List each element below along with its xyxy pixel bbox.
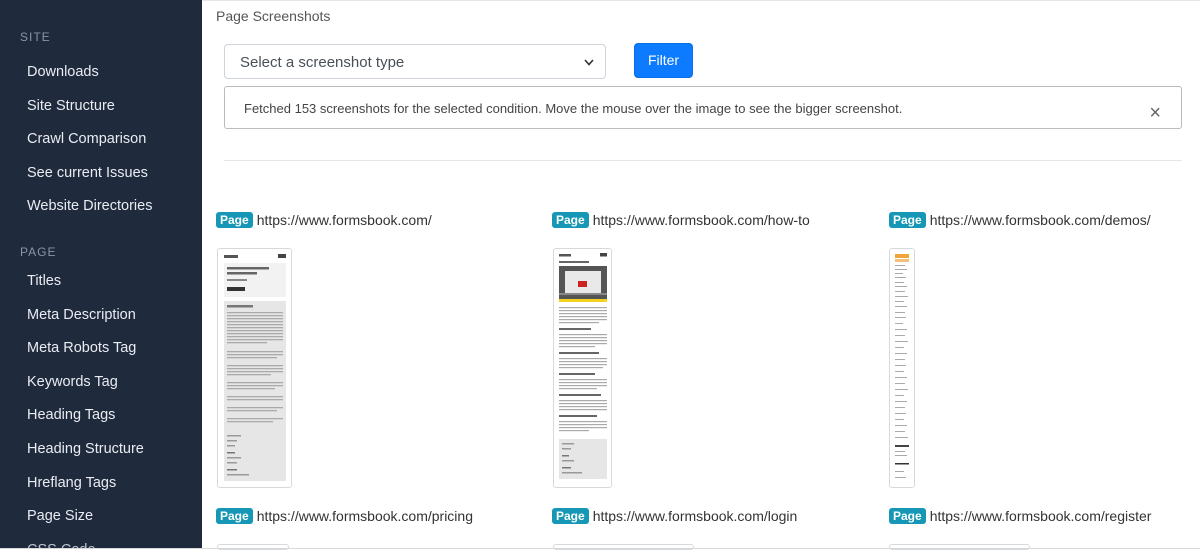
screenshot-thumbnail[interactable]: [889, 248, 915, 488]
screenshot-card-header: Page https://www.formsbook.com/: [216, 212, 432, 228]
sidebar-item-page-size[interactable]: Page Size: [0, 500, 202, 534]
close-icon[interactable]: ×: [1149, 87, 1161, 140]
sidebar-item-keywords-tag[interactable]: Keywords Tag: [0, 366, 202, 400]
page-badge: Page: [889, 508, 926, 524]
sidebar-top-spacer: [0, 0, 202, 28]
sidebar-item-heading-tags[interactable]: Heading Tags: [0, 399, 202, 433]
screenshot-type-select[interactable]: Select a screenshot type: [224, 44, 606, 79]
screenshot-card-header: Page https://www.formsbook.com/demos/: [889, 212, 1151, 228]
info-alert: Fetched 153 screenshots for the selected…: [224, 86, 1182, 129]
page-badge: Page: [552, 508, 589, 524]
sidebar-item-downloads[interactable]: Downloads: [0, 56, 202, 90]
main-content: Page Screenshots Select a screenshot typ…: [202, 0, 1200, 552]
screenshot-card-header: Page https://www.formsbook.com/register: [889, 508, 1151, 524]
screenshot-url[interactable]: https://www.formsbook.com/register: [930, 508, 1152, 524]
screenshot-card-header: Page https://www.formsbook.com/pricing: [216, 508, 473, 524]
screenshot-thumbnail[interactable]: [217, 248, 292, 488]
sidebar-item-titles[interactable]: Titles: [0, 265, 202, 299]
top-border: [202, 0, 1200, 1]
bottom-border: [0, 548, 1200, 549]
page-badge: Page: [889, 212, 926, 228]
sidebar-section-site: SITE: [20, 30, 51, 44]
screenshot-url[interactable]: https://www.formsbook.com/how-to: [593, 212, 810, 228]
page-title: Page Screenshots: [216, 8, 331, 24]
select-value: Select a screenshot type: [240, 54, 405, 71]
screenshot-card-header: Page https://www.formsbook.com/how-to: [552, 212, 810, 228]
sidebar-item-css-code[interactable]: CSS Code: [0, 534, 202, 548]
alert-text: Fetched 153 screenshots for the selected…: [244, 101, 903, 116]
sidebar: SITE Downloads Site Structure Crawl Comp…: [0, 0, 202, 548]
screenshot-url[interactable]: https://www.formsbook.com/demos/: [930, 212, 1151, 228]
page-badge: Page: [216, 212, 253, 228]
sidebar-item-meta-description[interactable]: Meta Description: [0, 299, 202, 333]
page-badge: Page: [552, 212, 589, 228]
screenshot-thumbnail[interactable]: [217, 544, 289, 550]
sidebar-item-hreflang-tags[interactable]: Hreflang Tags: [0, 467, 202, 501]
screenshot-url[interactable]: https://www.formsbook.com/pricing: [257, 508, 473, 524]
screenshot-card-header: Page https://www.formsbook.com/login: [552, 508, 797, 524]
filter-button[interactable]: Filter: [634, 43, 693, 78]
sidebar-item-see-current-issues[interactable]: See current Issues: [0, 157, 202, 191]
sidebar-item-meta-robots-tag[interactable]: Meta Robots Tag: [0, 332, 202, 366]
screenshot-thumbnail[interactable]: [889, 544, 1030, 550]
screenshot-preview-image: [218, 249, 291, 487]
sidebar-item-crawl-comparison[interactable]: Crawl Comparison: [0, 123, 202, 157]
sidebar-section-page: PAGE: [20, 244, 57, 259]
sidebar-item-website-directories[interactable]: Website Directories: [0, 190, 202, 224]
screenshot-thumbnail[interactable]: [553, 248, 612, 488]
divider: [224, 160, 1182, 161]
screenshot-preview-image: [890, 249, 914, 487]
sidebar-item-heading-structure[interactable]: Heading Structure: [0, 433, 202, 467]
sidebar-item-site-structure[interactable]: Site Structure: [0, 90, 202, 124]
screenshot-url[interactable]: https://www.formsbook.com/: [257, 212, 432, 228]
page-badge: Page: [216, 508, 253, 524]
screenshot-preview-image: [554, 249, 611, 487]
screenshot-thumbnail[interactable]: [553, 544, 694, 550]
screenshot-url[interactable]: https://www.formsbook.com/login: [593, 508, 798, 524]
